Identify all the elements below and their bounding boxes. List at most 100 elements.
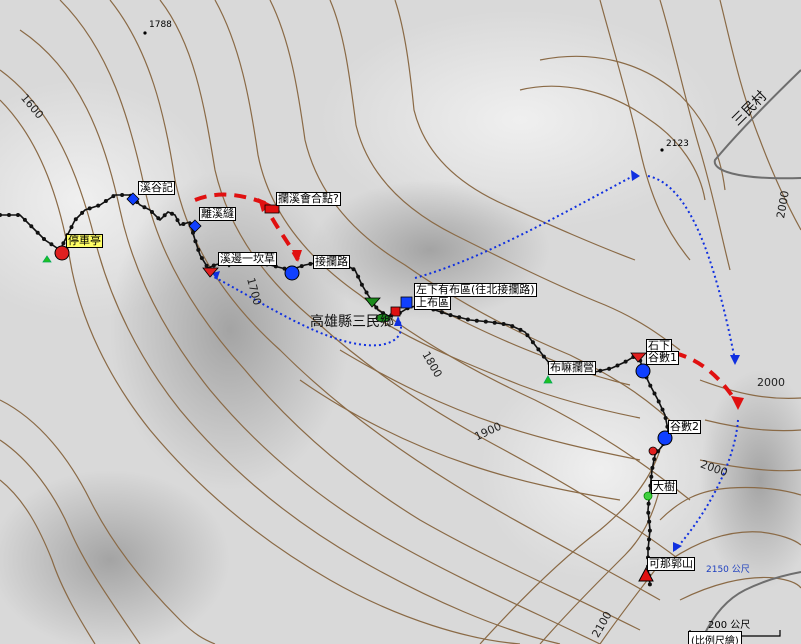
trail-vertex: [193, 239, 198, 244]
trail-vertex: [474, 318, 479, 323]
waypoint-label-road-fork: 左下有布區(往北接攔路): [414, 283, 537, 297]
trail-vertex: [359, 282, 364, 287]
trail-vertex: [647, 582, 652, 587]
map-canvas: [0, 0, 801, 644]
trail-vertex: [103, 199, 108, 203]
trail-vertex: [61, 241, 66, 246]
trail-vertex: [356, 274, 361, 279]
trail-vertex: [647, 537, 651, 542]
trail-vertex: [663, 416, 668, 420]
footer-note: (比例尺繪): [688, 631, 742, 644]
trail-vertex: [648, 383, 653, 388]
trail-vertex: [650, 465, 655, 470]
trail-vertex: [351, 267, 356, 272]
waypoint-label-lower-buildup: 上布區: [414, 296, 451, 310]
peak-dot: [660, 148, 664, 152]
trail-vertex: [150, 210, 154, 214]
trail-vertex: [73, 217, 78, 222]
trail-vertex: [536, 347, 541, 352]
trail-vertex: [623, 359, 628, 364]
trail-vertex: [660, 407, 665, 412]
trail-vertex: [87, 206, 92, 211]
trail-vertex: [647, 528, 652, 533]
dotted-route: [647, 175, 736, 361]
trail-vertex: [111, 194, 116, 199]
peak-dot: [143, 31, 147, 35]
trail-vertex: [29, 224, 34, 229]
trail-vertex: [656, 399, 661, 404]
trail-vertex: [541, 354, 546, 359]
waypoint-label-valley1: 谷數1: [646, 351, 679, 365]
valley1-marker: [635, 363, 651, 379]
waypoint-label-valley2: 谷數2: [668, 420, 701, 434]
trail-vertex: [483, 319, 488, 324]
trail-vertex: [439, 310, 444, 315]
waypoint-label-stream-valley: 溪谷記: [138, 181, 175, 195]
trail-vertex: [652, 391, 657, 396]
trail-vertex: [156, 216, 161, 221]
parking-marker: [54, 245, 70, 261]
waypoint-label-detour-junction: 攔溪會合點?: [276, 192, 341, 206]
trail-vertex: [211, 263, 216, 268]
trail-vertex: [510, 324, 515, 329]
trail-vertex: [615, 363, 620, 368]
contour-label: 2000: [757, 376, 785, 389]
trail-vertex: [299, 264, 304, 269]
trail-vertex: [457, 315, 462, 320]
trail-vertex: [80, 210, 85, 215]
detour-junction-marker: [264, 204, 280, 214]
trail-vertex: [181, 222, 186, 226]
trail-vertex: [120, 193, 125, 197]
trail-vertex: [142, 205, 147, 210]
trail-vertex: [175, 218, 180, 223]
trail-vertex: [170, 211, 174, 216]
trail-vertex: [649, 474, 654, 479]
trail-vertex: [501, 322, 506, 326]
trail-vertex: [530, 340, 535, 345]
waypoint-label-parking: 停車亭: [66, 234, 103, 248]
trail-vertex: [96, 203, 101, 208]
trail-vertex: [518, 327, 523, 332]
trail-vertex: [448, 313, 453, 318]
trail-vertex: [162, 213, 167, 218]
trail-vertex: [16, 213, 20, 217]
waypoint-label-join-road: 接攔路: [313, 255, 350, 269]
trail-vertex: [42, 237, 46, 241]
waypoint-label-creek-grass: 溪邊一坎草: [218, 252, 277, 266]
peak-label: 1788: [149, 20, 172, 30]
trail-vertex: [35, 230, 40, 235]
waypoint-label-bubu-camp: 布嘛攔營: [548, 361, 596, 375]
join-road-marker: [284, 265, 300, 281]
trail-vertex: [492, 320, 497, 325]
trail-vertex: [646, 501, 651, 506]
waypoint-label-summit: 可那郭山: [647, 557, 695, 571]
trail-vertex: [598, 368, 603, 373]
trail-vertex: [7, 213, 11, 217]
trail-vertex: [22, 217, 27, 222]
county-label: 高雄縣三民鄉: [310, 314, 394, 330]
trail-vertex: [204, 263, 209, 268]
trail-vertex: [364, 290, 369, 295]
waypoint-label-leave-stream: 離溪縫: [199, 207, 236, 221]
trail-vertex: [652, 457, 657, 462]
trail-vertex: [646, 510, 651, 515]
waypoint-label-big-tree: 大樹: [651, 480, 677, 494]
topographic-map[interactable]: 停車亭 溪谷記 離溪縫 攔溪會合點? 溪邊一坎草 接攔路 左下有布區(往北接攔路…: [0, 0, 801, 644]
trail-vertex: [199, 256, 204, 261]
trail-vertex: [647, 519, 652, 524]
trail-vertex: [308, 261, 313, 266]
trail-vertex: [69, 225, 74, 230]
arrowhead: [730, 355, 740, 365]
trail-vertex: [607, 366, 612, 371]
trail-vertex: [646, 546, 651, 551]
scale-label: 200 公尺: [708, 620, 751, 631]
summit-altitude: 2150 公尺: [706, 565, 750, 575]
trail-vertex: [465, 317, 470, 322]
trail-vertex: [374, 305, 379, 310]
trail-vertex: [525, 333, 530, 338]
blue-square-marker: [400, 296, 413, 309]
peak-label: 2123: [666, 139, 689, 149]
trail-vertex: [196, 247, 201, 252]
red-dot-marker: [648, 446, 658, 456]
trail-vertex: [49, 242, 54, 247]
